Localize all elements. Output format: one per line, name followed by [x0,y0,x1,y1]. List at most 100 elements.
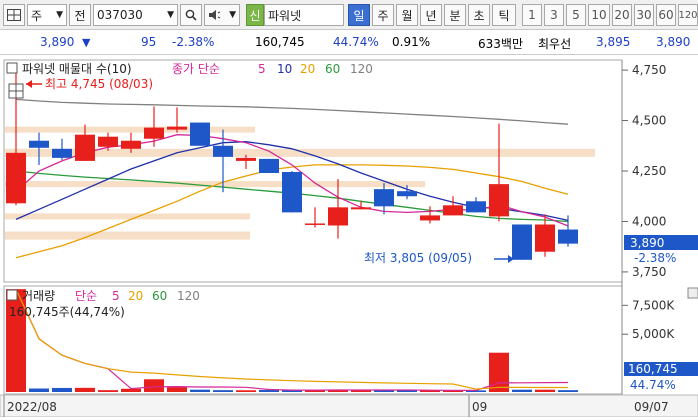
volume-ratio: 44.74% [333,35,379,49]
volume-value: 160,745 [255,35,305,49]
volume-bar [190,389,210,392]
candle-body [75,134,95,161]
volume-bar [75,387,95,392]
price-change: 95 [141,35,157,49]
stock-chart-svg[interactable]: 3,750 4,000 4,250 4,500 4,750 5,000K 7,500K 파… [0,56,698,418]
candle-body [236,157,256,161]
stock-code-value: 037030 [97,8,143,22]
interval-10-button[interactable]: 10 [588,4,610,26]
price-tick-label: 3,750 [632,265,666,279]
best-ask-price: 3,895 [596,35,631,49]
period-minute-button[interactable]: 분 [444,4,466,26]
period-tick-button[interactable]: 틱 [492,4,516,26]
interval-120-button[interactable]: 120 [678,4,698,26]
best-price-label: 최우선 [538,37,572,51]
volume-bar [512,389,532,392]
volume-bar [29,388,49,392]
stock-code-input[interactable]: 037030 ▼ [93,4,178,26]
candle-body [98,136,118,147]
price-tick-label: 4,500 [632,114,666,128]
current-change-axis-label: -2.38% [634,251,676,265]
speaker-icon[interactable]: ▼ [204,4,240,26]
period-second-button[interactable]: 초 [468,4,490,26]
turnover-rate: 0.91% [392,35,431,49]
volume-bar [144,379,164,392]
interval-30-button[interactable]: 30 [634,4,654,26]
candle-body [397,191,417,197]
candle-body [144,127,164,139]
market-select[interactable]: 주 ▼ [27,4,67,26]
candle-body [121,140,141,149]
legend-ma5: 5 [258,62,266,76]
chevron-down-icon: ▼ [167,10,174,20]
interval-60-button[interactable]: 60 [656,4,676,26]
volume-bar [98,390,118,392]
best-bid-price: 3,890 [656,35,691,49]
shin-badge: 신 [246,4,264,26]
candle-body [167,126,187,130]
volume-tick-label: 5,000K [632,327,675,341]
interval-1-button[interactable]: 1 [522,4,542,26]
volume-legend-ma120: 120 [177,289,200,303]
price-tick-label: 4,250 [632,164,666,178]
price-info-bar: 3,890 ▼ 95 -2.38% 160,745 44.74% 0.91% 6… [0,31,698,55]
volume-bar [259,390,279,392]
volume-bar [52,387,72,392]
volume-bar [535,389,555,392]
interval-3-button[interactable]: 3 [544,4,564,26]
candle-body [512,224,532,260]
volume-bar [121,388,141,392]
chart-toolbar: 주 ▼ 전 037030 ▼ ▼ 신 파워넷 일 주 월 년 분 초 틱 1 3… [0,0,698,30]
legend-ma10: 10 [277,62,292,76]
high-label: 최고 4,745 (08/03) [45,77,153,91]
legend-box-icon [6,62,18,74]
grid-menu-icon[interactable] [3,4,25,26]
volume-icon [209,10,221,20]
volume-bar [489,352,509,392]
candle-body [535,224,555,252]
period-month-button[interactable]: 월 [396,4,418,26]
chevron-down-icon: ▼ [56,10,63,20]
chart-area[interactable]: 3,750 4,000 4,250 4,500 4,750 5,000K 7,500K 파… [0,56,698,418]
low-label: 최저 3,805 (09/05) [364,251,472,265]
search-icon[interactable] [180,4,202,26]
volume-bar [213,390,233,392]
candle-body [374,189,394,207]
stock-name: 파워넷 [264,4,344,26]
volume-profile-band [5,126,255,133]
period-year-button[interactable]: 년 [420,4,442,26]
legend-main-label: 파워넷 매물대 수(10) [22,62,132,76]
volume-legend-ma-label: 단순 [75,289,97,303]
candle-body [305,223,325,225]
legend-box-icon [6,289,18,301]
legend-ma60: 60 [325,62,340,76]
trade-amount: 633백만 [478,37,523,51]
date-axis-bar [0,394,698,418]
candle-body [282,172,302,213]
date-label-aug: 2022/08 [7,400,57,414]
legend-ma20: 20 [300,62,315,76]
volume-profile-band [5,213,250,220]
volume-bar [351,390,371,392]
current-price: 3,890 [40,35,75,49]
candle-body [558,229,578,244]
date-label-sep: 09 [472,400,487,414]
volume-legend-ma20: 20 [128,289,143,303]
candle-body [328,207,348,226]
chevron-down-icon: ▼ [229,10,236,20]
period-day-button[interactable]: 일 [348,4,370,26]
volume-bar [558,390,578,392]
price-tick-label: 4,750 [632,63,666,77]
legend-ma-label: 종가 단순 [172,62,220,76]
volume-legend-ma60: 60 [152,289,167,303]
interval-20-button[interactable]: 20 [612,4,632,26]
candle-body [443,205,463,216]
volume-bar [167,387,187,392]
grid-icon [7,9,21,21]
prev-button[interactable]: 전 [69,4,91,26]
candle-body [466,201,486,213]
panel-collapse-button[interactable] [687,287,698,299]
candle-body [6,152,26,204]
period-week-button[interactable]: 주 [372,4,394,26]
interval-5-button[interactable]: 5 [566,4,586,26]
